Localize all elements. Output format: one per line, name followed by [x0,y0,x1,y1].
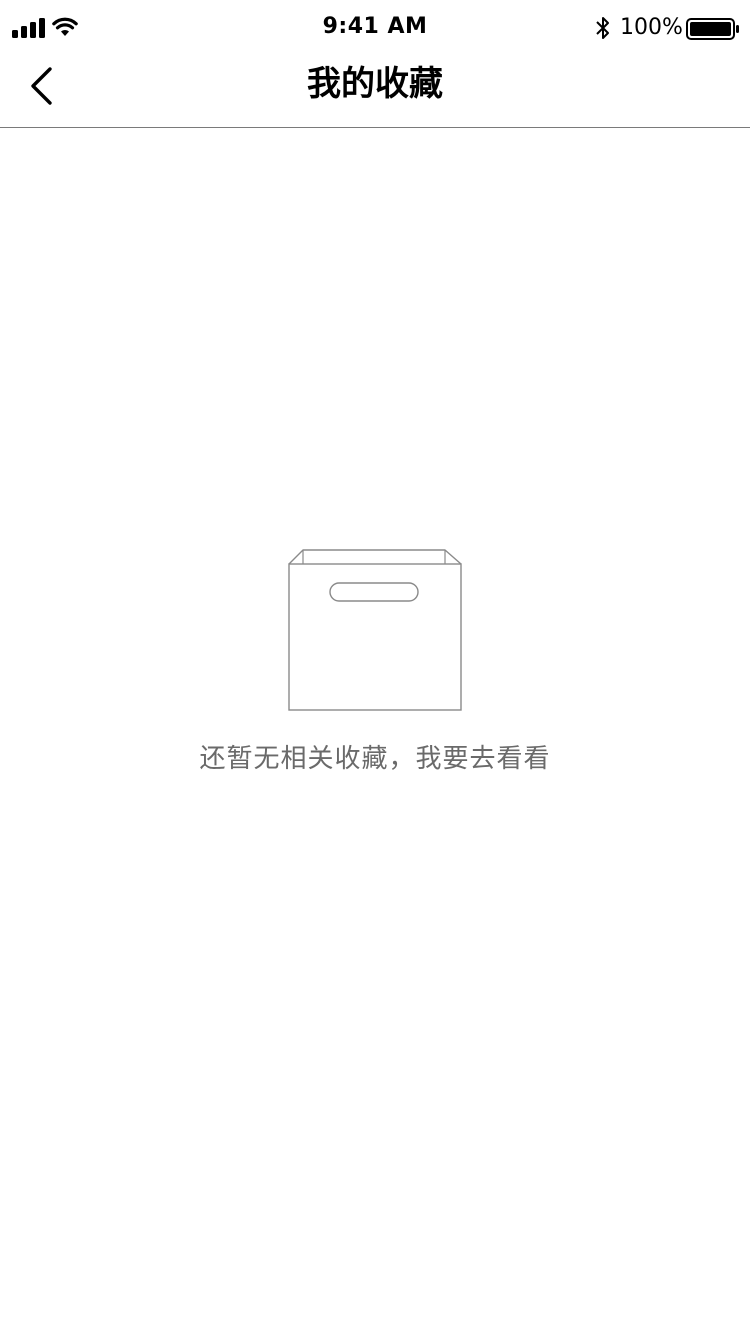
empty-box-icon [288,549,462,711]
chevron-left-icon [31,67,52,105]
screen: 9:41 AM 100% 我的收藏 还暂无相关收藏，我要去看看 [0,0,750,1334]
status-bar: 9:41 AM 100% [0,0,750,56]
empty-message-link[interactable]: 还暂无相关收藏，我要去看看 [199,738,550,775]
battery-percent: 100% [620,15,683,40]
back-button[interactable] [20,64,64,108]
page-title: 我的收藏 [307,64,443,104]
battery-icon [686,18,739,40]
bluetooth-icon [596,17,609,39]
nav-bar: 我的收藏 [0,56,750,128]
empty-state: 还暂无相关收藏，我要去看看 [0,548,750,775]
